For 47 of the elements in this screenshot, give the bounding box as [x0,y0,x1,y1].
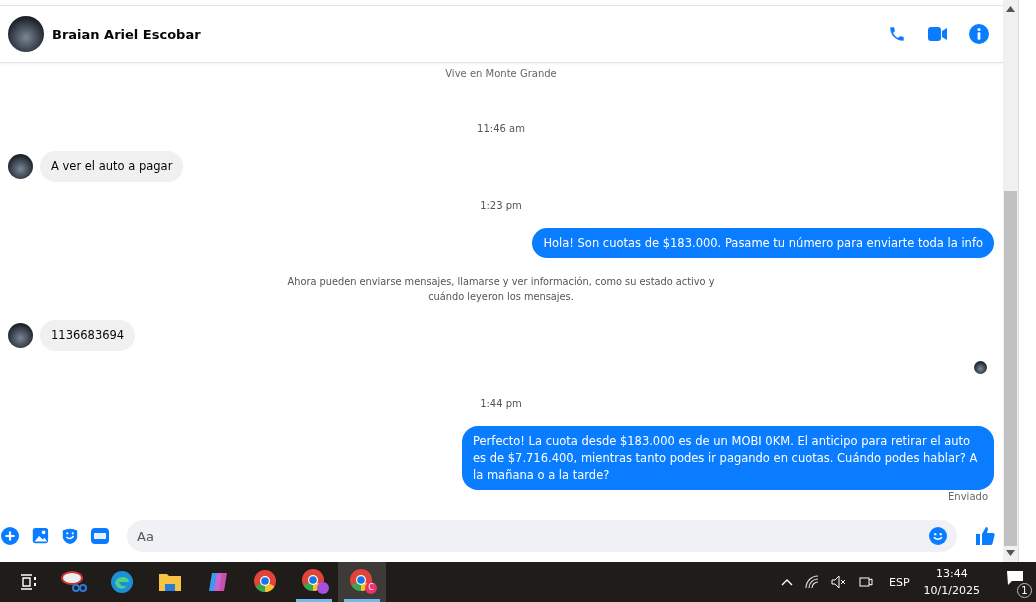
clock-time[interactable]: 13:44 [935,565,968,582]
message-bubble: Hola! Son cuotas de $183.000. Pasame tu número para enviarte toda la info [532,228,994,258]
avatar [8,323,33,348]
clock-date[interactable]: 10/1/2025 [923,582,980,599]
muted-speaker-icon[interactable] [831,575,847,589]
timestamp: 1:44 pm [479,398,523,409]
camera-icon[interactable] [859,574,873,590]
seen-avatar [974,361,987,374]
language-indicator[interactable]: ESP [889,575,910,589]
info-text: Vive en Monte Grande [444,68,558,79]
chrome-browser-icon [253,569,279,595]
sticker-icon[interactable] [61,527,79,545]
emoji-icon[interactable] [929,527,947,545]
sent-status: Enviado [948,491,988,502]
scrollbar[interactable] [1003,0,1018,562]
phone-icon[interactable] [888,25,906,43]
message-bubble: Perfecto! La cuota desde $183.000 es de un MOBI 0KM. El anticipo para retirar el auto es de $7.716.400, mientras tanto podes ir pagando en cuotas. Cuándo podes hablar? A la mañana o a la tarde? [462,426,994,490]
avatar [8,154,33,179]
notification-count: 1 [1017,583,1032,598]
copilot-icon [206,570,230,594]
scissors-icon [61,570,87,594]
task-view-icon[interactable] [20,573,38,591]
scroll-up-icon[interactable] [1006,6,1015,12]
thumbs-up-icon[interactable] [975,526,995,546]
notice-text: Ahora pueden enviarse mensajes, llamarse y ver información, como su estado activo y cuándo leyeron los mensajes. [286,275,716,304]
message-bubble: A ver el auto a pagar [40,151,184,182]
message-input[interactable]: Aa [127,520,957,552]
notification-icon[interactable] [1006,570,1024,586]
wifi-icon[interactable] [805,575,819,589]
plus-icon[interactable] [1,527,19,545]
edge-browser-icon [110,570,134,594]
chevron-up-icon[interactable] [781,578,793,586]
scroll-thumb[interactable] [1004,190,1017,546]
video-camera-icon[interactable] [928,26,947,42]
avatar [8,16,44,52]
timestamp: 11:46 am [476,123,526,134]
contact-name[interactable]: Braian Ariel Escobar [52,26,201,42]
taskbar-app[interactable]: C [338,562,386,602]
timestamp: 1:23 pm [479,200,523,211]
chrome-browser-icon [301,567,327,594]
scroll-down-icon[interactable] [1006,550,1015,556]
image-icon[interactable] [31,527,49,545]
message-bubble: 1136683694 [40,320,136,351]
folder-icon [158,572,182,592]
info-icon[interactable] [969,24,989,44]
chrome-browser-icon [349,567,375,594]
profile-initial-label: C [365,582,377,594]
